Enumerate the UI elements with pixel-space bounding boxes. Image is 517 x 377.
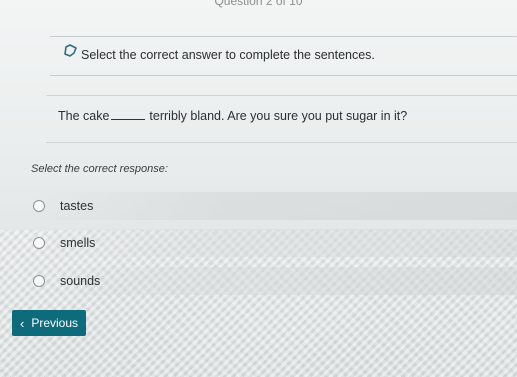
previous-label: Previous [31,316,79,330]
option-label: tastes [60,199,94,213]
answer-option-tastes[interactable]: tastes [26,192,517,220]
speaker-icon[interactable] [62,44,80,58]
question-before-blank: The cake [58,109,110,123]
answer-option-smells[interactable]: smells [26,229,517,257]
option-label: sounds [60,274,101,288]
question-counter: Question 2 of 10 [214,0,303,8]
answer-option-sounds[interactable]: sounds [26,267,517,295]
instruction-text: Select the correct answer to complete th… [81,48,375,62]
question-after-blank: terribly bland. Are you sure you put sug… [149,109,408,123]
radio-button[interactable] [33,200,45,212]
answer-blank [111,108,146,120]
radio-button[interactable] [33,237,45,249]
previous-button[interactable]: ‹ Previous [12,310,86,336]
radio-button[interactable] [33,275,45,287]
option-label: smells [60,236,96,250]
chevron-left-icon: ‹ [19,315,25,331]
question-sentence: The cake terribly bland. Are you sure you… [58,108,407,123]
response-prompt: Select the correct response: [31,163,168,175]
